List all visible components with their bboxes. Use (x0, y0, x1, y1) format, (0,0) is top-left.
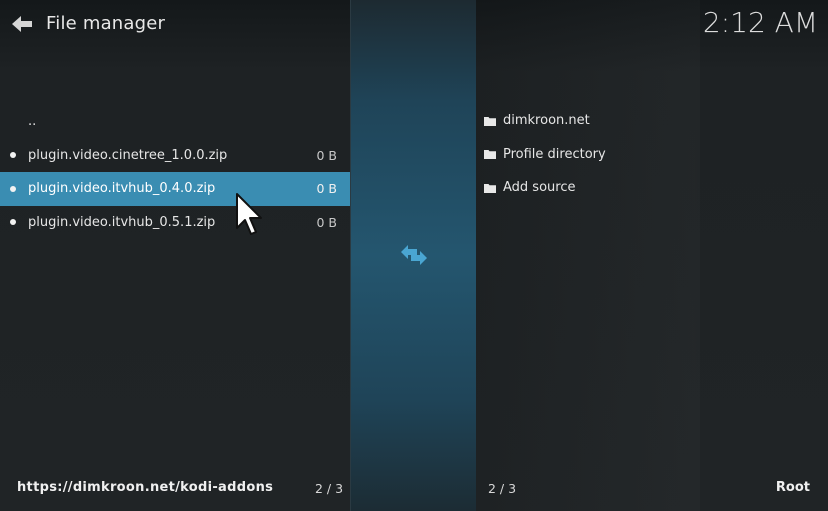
current-path: Root (775, 480, 810, 495)
swap-arrows-icon[interactable] (399, 242, 429, 268)
item-name: plugin.video.itvhub_0.4.0.zip (28, 181, 216, 197)
left-file-list: .. plugin.video.cinetree_1.0.0.zip 0 B p… (0, 105, 350, 239)
right-panel: dimkroon.net Profile directory Add sourc… (475, 0, 828, 511)
list-item-selected[interactable]: plugin.video.itvhub_0.4.0.zip 0 B (0, 172, 350, 206)
item-name: Profile directory (503, 146, 606, 162)
bullet-icon (10, 185, 16, 192)
right-source-list: dimkroon.net Profile directory Add sourc… (475, 104, 828, 205)
left-panel: .. plugin.video.cinetree_1.0.0.zip 0 B p… (0, 0, 350, 511)
list-item-parent[interactable]: .. (0, 105, 350, 139)
item-name: dimkroon.net (503, 113, 590, 129)
file-manager-window: File manager 2:12 AM .. plugin.video.cin… (0, 0, 828, 511)
list-item[interactable]: Add source (475, 171, 828, 205)
folder-icon (484, 183, 496, 193)
list-item[interactable]: Profile directory (475, 138, 828, 172)
list-item[interactable]: plugin.video.cinetree_1.0.0.zip 0 B (0, 139, 350, 173)
item-count: 2 / 3 (488, 481, 517, 496)
folder-icon (484, 150, 496, 160)
item-size: 0 B (316, 147, 337, 163)
item-name: plugin.video.cinetree_1.0.0.zip (28, 147, 228, 163)
center-divider (350, 0, 476, 511)
current-path: https://dimkroon.net/kodi-addons (17, 480, 274, 495)
list-item[interactable]: plugin.video.itvhub_0.5.1.zip 0 B (0, 206, 350, 240)
item-name: Add source (503, 180, 576, 196)
item-size: 0 B (316, 181, 337, 197)
item-name: plugin.video.itvhub_0.5.1.zip (28, 214, 216, 230)
folder-icon (484, 116, 496, 126)
item-name: .. (28, 114, 37, 130)
item-count: 2 / 3 (315, 481, 344, 496)
mouse-cursor-icon (236, 193, 262, 235)
bullet-icon (10, 219, 16, 226)
list-item[interactable]: dimkroon.net (475, 104, 828, 138)
item-size: 0 B (316, 214, 337, 230)
bullet-icon (10, 152, 16, 159)
